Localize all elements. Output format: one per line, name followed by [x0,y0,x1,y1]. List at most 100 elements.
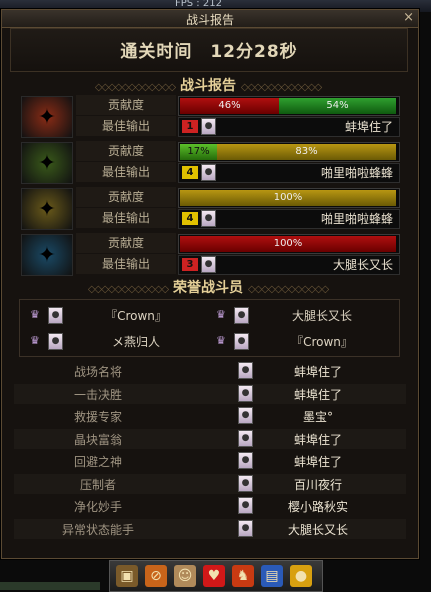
contribution-row: 贡献度 46% 54% [76,95,400,116]
award-winner: 蚌埠住了 [293,365,342,379]
avatar: ● [238,519,253,537]
award-winner: 大腿长又长 [287,522,348,537]
class-emblem-icon: ✦ [21,142,73,184]
best-output-box[interactable]: 3 ● 大腿长又长 [178,255,400,275]
award-row: 压制者 ● 百川夜行 [14,473,406,494]
avatar: ● [201,164,216,181]
title-bar[interactable]: 战斗报告 × [2,10,418,28]
bag-icon[interactable]: ▣ [116,565,138,587]
honor-name: メ燕归人 [111,335,160,349]
contribution-segment: 100% [180,190,396,206]
award-title: 净化妙手 [73,500,122,514]
ornament-icon: ◇◇◇◇◇◇◇◇◇◇◇◇ [94,82,176,93]
avatar: ● [48,333,63,350]
crown-icon: ♛ [30,308,40,321]
award-title: 一击决胜 [73,387,122,402]
award-title: 回避之神 [73,455,122,469]
award-winner: 墨宝° [302,410,333,424]
class-emblem-icon: ✦ [21,234,73,276]
ornament-icon: ◇◇◇◇◇◇◇◇◇◇◇◇ [87,284,169,295]
taskbar: ▣ ⊘ ☺ ♥ ♞ ▤ ● [109,560,323,592]
rank-badge: 4 [182,212,198,225]
avatar: ● [238,407,253,424]
rank-badge: 4 [182,166,198,179]
avatar: ● [48,307,63,324]
award-row: 战场名将 ● 蚌埠住了 [14,361,406,381]
player-block: ✦ 贡献度 100% 最佳输出 4 ● 啪里啪啦蜂蜂 [19,187,400,231]
award-winner: 蚌埠住了 [293,455,342,469]
contribution-row: 贡献度 100% [76,233,400,254]
crown-icon: ♛ [216,334,226,347]
contribution-segment: 54% [279,98,396,114]
honor-cell[interactable]: ♛ ● 『Crown』 [212,330,398,354]
avatar: ● [201,210,216,227]
award-row: 救援专家 ● 墨宝° [14,406,406,426]
honor-name: 大腿长又长 [291,309,352,323]
heart-icon[interactable]: ♥ [203,565,225,587]
contribution-segment: 17% [180,144,217,160]
class-emblem-icon: ✦ [21,188,73,230]
player-name: 啪里啪啦蜂蜂 [320,166,393,180]
crown-icon: ♛ [30,334,40,347]
award-row: 净化妙手 ● 樱小路秋实 [14,496,406,516]
fps-text: FPS : 212 [175,0,222,9]
contribution-bar: 100% [178,234,400,254]
best-output-row: 最佳输出 4 ● 啪里啪啦蜂蜂 [76,162,400,183]
avatar: ● [234,333,249,350]
honor-heading: 荣誉战斗员 [173,280,243,296]
award-title: 异常状态能手 [61,522,134,537]
ornament-icon: ◇◇◇◇◇◇◇◇◇◇◇◇ [247,284,329,295]
best-output-box[interactable]: 4 ● 啪里啪啦蜂蜂 [178,209,400,229]
best-output-label: 最佳输出 [76,254,176,274]
best-output-row: 最佳输出 3 ● 大腿长又长 [76,254,400,275]
award-title: 压制者 [79,477,116,492]
honor-cell[interactable]: ♛ ● メ燕归人 [26,330,212,354]
award-row: 晶块富翁 ● 蚌埠住了 [14,428,406,449]
contribution-bar: 17% 83% [178,142,400,162]
award-title: 战场名将 [73,365,122,379]
contribution-label: 贡献度 [76,187,176,207]
crown-icon: ♛ [216,308,226,321]
avatar: ● [238,429,253,447]
coin-icon[interactable]: ● [290,565,312,587]
rank-badge: 3 [182,258,198,271]
best-output-row: 最佳输出 4 ● 啪里啪啦蜂蜂 [76,208,400,229]
avatar: ● [238,497,253,514]
award-title: 晶块富翁 [73,432,122,447]
contribution-row: 贡献度 17% 83% [76,141,400,162]
player-name: 蚌埠住了 [344,120,393,134]
honor-cell[interactable]: ♛ ● 『Crown』 [26,304,212,328]
award-winner: 百川夜行 [293,477,342,492]
avatar: ● [201,118,216,135]
contribution-label: 贡献度 [76,95,176,115]
award-row: 回避之神 ● 蚌埠住了 [14,451,406,471]
best-output-row: 最佳输出 1 ● 蚌埠住了 [76,116,400,137]
player-block: ✦ 贡献度 46% 54% 最佳输出 1 ● 蚌埠住了 [19,95,400,139]
guild-icon[interactable]: ♞ [232,565,254,587]
best-output-label: 最佳输出 [76,116,176,136]
avatar: ● [234,307,249,324]
sword-icon[interactable]: ⊘ [145,565,167,587]
clear-time-panel: 通关时间 12分28秒 [10,28,408,72]
award-row: 一击决胜 ● 蚌埠住了 [14,383,406,404]
book-icon[interactable]: ▤ [261,565,283,587]
player-block: ✦ 贡献度 17% 83% 最佳输出 4 ● 啪里啪啦蜂蜂 [19,141,400,185]
contribution-segment: 100% [180,236,396,252]
ornament-icon: ◇◇◇◇◇◇◇◇◇◇◇◇ [240,82,322,93]
award-winner: 蚌埠住了 [293,432,342,447]
best-output-box[interactable]: 1 ● 蚌埠住了 [178,117,400,137]
avatar: ● [238,362,253,379]
award-title: 救援专家 [73,410,122,424]
player-block: ✦ 贡献度 100% 最佳输出 3 ● 大腿长又长 [19,233,400,277]
contribution-segment: 46% [180,98,279,114]
character-icon[interactable]: ☺ [174,565,196,587]
award-row: 异常状态能手 ● 大腿长又长 [14,518,406,539]
honor-name: 『Crown』 [291,335,353,349]
award-winner: 蚌埠住了 [293,387,342,402]
close-icon[interactable]: × [403,10,414,25]
honor-cell[interactable]: ♛ ● 大腿长又长 [212,304,398,328]
player-name: 啪里啪啦蜂蜂 [320,212,393,226]
best-output-box[interactable]: 4 ● 啪里啪啦蜂蜂 [178,163,400,183]
honor-panel: ♛ ● 『Crown』 ♛ ● 大腿长又长 ♛ ● メ燕归人 ♛ ● 『Crow… [19,299,400,357]
honor-section-title: ◇◇◇◇◇◇◇◇◇◇◇◇ 荣誉战斗员 ◇◇◇◇◇◇◇◇◇◇◇◇ [10,277,406,297]
